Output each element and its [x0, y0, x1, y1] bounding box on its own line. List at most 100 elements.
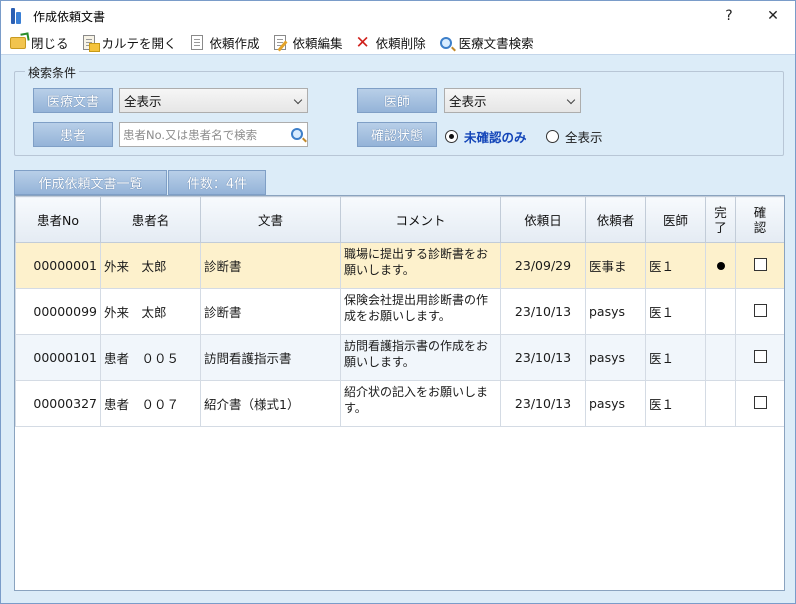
col-confirmed[interactable]: 確認 [735, 196, 784, 243]
chevron-down-icon [293, 95, 303, 105]
col-request-date[interactable]: 依頼日 [500, 196, 586, 243]
title-bar: 作成依頼文書 ? ✕ [1, 1, 795, 31]
radio-show-all[interactable]: 全表示 [546, 127, 603, 146]
open-chart-label: カルテを開く [101, 36, 177, 51]
col-patient-no[interactable]: 患者No [15, 196, 101, 243]
doc-filter-select[interactable]: 全表示 [119, 88, 308, 113]
request-table: 患者No 患者名 文書 コメント 依頼日 依頼者 医師 完了 確認 000000… [14, 195, 785, 591]
close-window-button[interactable]: ✕ [751, 1, 795, 31]
folder-close-icon [9, 35, 27, 51]
radio-unconfirmed-label: 未確認のみ [464, 130, 527, 145]
confirm-checkbox[interactable] [753, 303, 767, 317]
cell-request-date: 23/10/13 [500, 380, 586, 427]
close-button[interactable]: 閉じる [5, 32, 73, 54]
cell-patient-name: 患者 ００７ [100, 380, 201, 427]
cell-patient-no: 00000001 [15, 242, 101, 289]
col-document[interactable]: 文書 [200, 196, 341, 243]
doctor-filter-value: 全表示 [449, 94, 487, 109]
record-count-badge: 件数：4件 [168, 170, 266, 195]
search-conditions-group: 検索条件 医療文書 全表示 医師 全表示 患者 確認状態 未確認のみ 全表示 [14, 64, 784, 156]
edit-request-button[interactable]: 依頼編集 [267, 32, 347, 54]
cell-confirmed [735, 288, 784, 335]
cell-patient-no: 00000101 [15, 334, 101, 381]
col-requester[interactable]: 依頼者 [585, 196, 646, 243]
cell-document: 訪問看護指示書 [200, 334, 341, 381]
delete-request-button[interactable]: ✕ 依頼削除 [350, 32, 430, 54]
patient-search-input[interactable] [120, 127, 280, 142]
cell-request-date: 23/09/29 [500, 242, 586, 289]
table-row[interactable]: 00000101 患者 ００５ 訪問看護指示書 訪問看護指示書の作成をお願いしま… [15, 334, 784, 381]
confirm-checkbox[interactable] [753, 349, 767, 363]
cell-document: 診断書 [200, 242, 341, 289]
col-doctor[interactable]: 医師 [645, 196, 706, 243]
confirm-checkbox[interactable] [753, 395, 767, 409]
cell-comment: 職場に提出する診断書をお願いします。 [340, 242, 501, 289]
cell-patient-name: 外来 太郎 [100, 288, 201, 335]
cell-requester: pasys [585, 334, 646, 381]
cell-doctor: 医１ [645, 380, 706, 427]
status-filter-label[interactable]: 確認状態 [357, 122, 437, 147]
cell-comment: 保険会社提出用診断書の作成をお願いします。 [340, 288, 501, 335]
cell-done [705, 380, 736, 427]
radio-unselected-icon [546, 130, 559, 143]
create-request-label: 依頼作成 [209, 36, 260, 51]
table-header-row: 患者No 患者名 文書 コメント 依頼日 依頼者 医師 完了 確認 [15, 196, 784, 243]
cell-done [705, 242, 736, 289]
table-row[interactable]: 00000327 患者 ００７ 紹介書（様式1） 紹介状の記入をお願いします。 … [15, 380, 784, 427]
col-comment[interactable]: コメント [340, 196, 501, 243]
patient-search-field[interactable] [119, 122, 308, 147]
cell-requester: 医事ま [585, 242, 646, 289]
confirm-checkbox[interactable] [753, 257, 767, 271]
col-done[interactable]: 完了 [705, 196, 736, 243]
open-chart-button[interactable]: カルテを開く [76, 32, 181, 54]
col-patient-name[interactable]: 患者名 [100, 196, 201, 243]
cell-confirmed [735, 334, 784, 381]
create-request-button[interactable]: 依頼作成 [184, 32, 264, 54]
cell-done [705, 334, 736, 381]
close-button-label: 閉じる [31, 36, 69, 51]
delete-x-icon: ✕ [355, 32, 370, 53]
cell-document: 紹介書（様式1） [200, 380, 341, 427]
cell-comment: 紹介状の記入をお願いします。 [340, 380, 501, 427]
cell-request-date: 23/10/13 [500, 334, 586, 381]
cell-patient-no: 00000327 [15, 380, 101, 427]
table-row[interactable]: 00000001 外来 太郎 診断書 職場に提出する診断書をお願いします。 23… [15, 242, 784, 289]
doctor-filter-select[interactable]: 全表示 [444, 88, 581, 113]
radio-selected-icon [445, 130, 458, 143]
search-conditions-title: 検索条件 [25, 64, 80, 81]
cell-patient-name: 外来 太郎 [100, 242, 201, 289]
edit-request-label: 依頼編集 [292, 36, 343, 51]
cell-patient-name: 患者 ００５ [100, 334, 201, 381]
doc-filter-label[interactable]: 医療文書 [33, 88, 113, 113]
cell-confirmed [735, 242, 784, 289]
cell-requester: pasys [585, 288, 646, 335]
document-edit-icon [271, 35, 289, 51]
app-window: 作成依頼文書 ? ✕ 閉じる カルテを開く 依頼作成 依頼編集 ✕ 依頼削除 医… [0, 0, 796, 604]
tab-request-list[interactable]: 作成依頼文書一覧 [14, 170, 167, 195]
table-row[interactable]: 00000099 外来 太郎 診断書 保険会社提出用診断書の作成をお願いします。… [15, 288, 784, 335]
doctor-filter-label[interactable]: 医師 [357, 88, 437, 113]
app-icon [9, 7, 25, 25]
chart-open-icon [80, 35, 100, 52]
delete-request-label: 依頼削除 [375, 36, 426, 51]
cell-patient-no: 00000099 [15, 288, 101, 335]
medical-doc-search-button[interactable]: 医療文書検索 [433, 32, 538, 54]
done-dot-icon [716, 262, 725, 270]
help-button[interactable]: ? [707, 1, 751, 31]
chevron-down-icon [566, 95, 576, 105]
radio-show-all-label: 全表示 [565, 130, 603, 145]
document-icon [188, 35, 206, 51]
cell-doctor: 医１ [645, 334, 706, 381]
cell-comment: 訪問看護指示書の作成をお願いします。 [340, 334, 501, 381]
radio-unconfirmed-only[interactable]: 未確認のみ [445, 127, 527, 146]
medical-doc-search-label: 医療文書検索 [458, 36, 534, 51]
window-title: 作成依頼文書 [33, 9, 106, 24]
cell-done [705, 288, 736, 335]
search-icon[interactable] [291, 128, 303, 143]
patient-filter-label[interactable]: 患者 [33, 122, 113, 147]
cell-document: 診断書 [200, 288, 341, 335]
doc-filter-value: 全表示 [124, 94, 162, 109]
toolbar: 閉じる カルテを開く 依頼作成 依頼編集 ✕ 依頼削除 医療文書検索 [1, 31, 795, 55]
cell-confirmed [735, 380, 784, 427]
cell-doctor: 医１ [645, 288, 706, 335]
